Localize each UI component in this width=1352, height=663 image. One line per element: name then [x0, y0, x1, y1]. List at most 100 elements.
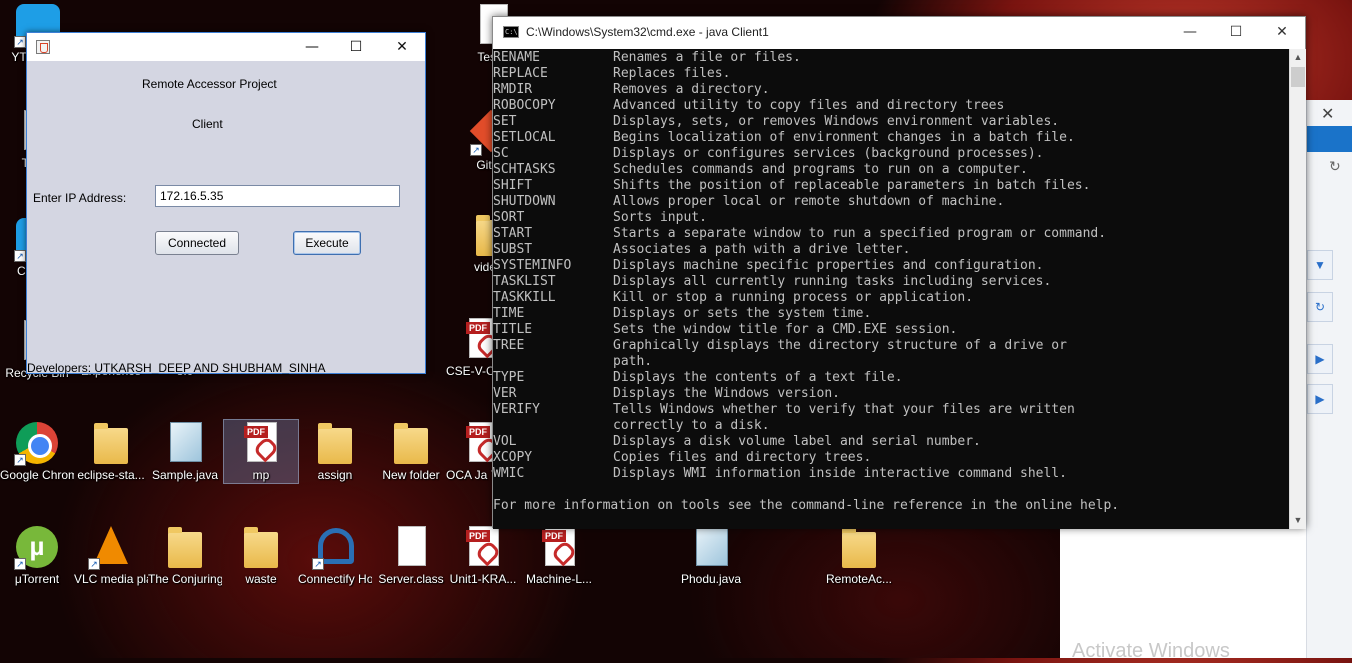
command-name: ROBOCOPY [493, 98, 556, 113]
command-description: Removes a directory. [613, 82, 770, 97]
scroll-up-icon[interactable]: ▲ [1290, 49, 1306, 66]
folder-icon [238, 524, 284, 570]
command-name: SET [493, 114, 517, 129]
desktop-icon[interactable]: RemoteAc... [822, 524, 896, 587]
console-line: SHUTDOWN Allows proper local or remote sh… [493, 194, 1289, 210]
desktop-icon-label: waste [245, 572, 277, 586]
execute-button[interactable]: Execute [293, 231, 361, 255]
desktop-icon-label: eclipse-sta... [77, 468, 145, 482]
desktop-icon[interactable]: ↗ Google Chrome [0, 420, 74, 483]
folder-icon [312, 420, 358, 466]
command-description: Displays, sets, or removes Windows envir… [613, 114, 1060, 129]
maximize-button[interactable]: ☐ [333, 33, 379, 61]
desktop-icon-label: mp [252, 468, 270, 482]
desktop-icon[interactable]: Unit1-KRA... [446, 524, 520, 587]
command-description: Displays all currently running tasks inc… [613, 274, 1052, 289]
title-bar[interactable]: C:\ C:\Windows\System32\cmd.exe - java C… [493, 17, 1305, 47]
command-name: VERIFY [493, 402, 540, 417]
console-line: VOL Displays a disk volume label and seri… [493, 434, 1289, 450]
command-description: path. [613, 354, 653, 369]
desktop-icon[interactable]: assign [298, 420, 372, 483]
utorrent-icon: µ ↗ [14, 524, 60, 570]
desktop-icon-label: assign [317, 468, 353, 482]
accent-bar [1307, 126, 1352, 152]
console-line: REPLACE Replaces files. [493, 66, 1289, 82]
scroll-down-icon[interactable]: ▼ [1290, 512, 1306, 529]
desktop-icon-label: Sample.java [151, 468, 219, 482]
desktop-icon[interactable]: eclipse-sta... [74, 420, 148, 483]
console-line: TASKLIST Displays all currently running t… [493, 274, 1289, 290]
folder-icon [162, 524, 208, 570]
desktop-icon[interactable]: Sample.java [148, 420, 222, 483]
command-name: TYPE [493, 370, 525, 385]
console-line: SET Displays, sets, or removes Windows en… [493, 114, 1289, 130]
command-description: Sorts input. [613, 210, 707, 225]
command-name: SHIFT [493, 178, 533, 193]
cmd-icon: C:\ [503, 26, 519, 38]
command-description: Kill or stop a running process or applic… [613, 290, 974, 305]
close-icon[interactable]: ✕ [1321, 104, 1334, 124]
console-line: TASKKILL Kill or stop a running process o… [493, 290, 1289, 306]
command-name: START [493, 226, 533, 241]
chevron-right-icon[interactable]: ▶ [1307, 384, 1333, 414]
desktop-icon[interactable]: mp [223, 419, 299, 484]
developers-label: Developers: UTKARSH_DEEP AND SHUBHAM_SIN… [27, 361, 326, 375]
ip-address-label: Enter IP Address: [33, 191, 127, 205]
desktop-icon[interactable]: New folder [374, 420, 448, 483]
desktop-icon-label: Machine-L... [525, 572, 593, 586]
console-output[interactable]: RENAME Renames a file or files. REPLACE Rep… [493, 49, 1289, 529]
desktop-icon-label: Unit1-KRA... [449, 572, 517, 586]
command-description: Displays machine specific properties and… [613, 258, 1044, 273]
command-name: VER [493, 386, 517, 401]
console-line: TREE Graphically displays the directory s… [493, 338, 1289, 354]
command-name: SUBST [493, 242, 533, 257]
command-name: RENAME [493, 50, 540, 65]
desktop-icon[interactable]: Server.class [374, 524, 448, 587]
command-description: Tells Windows whether to verify that you… [613, 402, 1075, 417]
java-icon [688, 524, 734, 570]
refresh-icon[interactable]: ↻ [1307, 292, 1333, 322]
console-line: TIME Displays or sets the system time. [493, 306, 1289, 322]
console-line: VERIFY Tells Windows whether to verify th… [493, 402, 1289, 418]
command-name: SCHTASKS [493, 162, 556, 177]
maximize-button[interactable]: ☐ [1213, 18, 1259, 46]
desktop-icon-label: VLC media player [74, 572, 148, 586]
minimize-button[interactable]: — [1167, 18, 1213, 46]
vlc-icon: ↗ [88, 524, 134, 570]
desktop-icon-label: The Conjuring ... [148, 572, 222, 586]
vertical-scrollbar[interactable]: ▲ ▼ [1289, 49, 1306, 529]
chevron-right-icon[interactable]: ▶ [1307, 344, 1333, 374]
command-name: TREE [493, 338, 525, 353]
desktop-icon-label: μTorrent [14, 572, 60, 586]
console-line: START Starts a separate window to run a s… [493, 226, 1289, 242]
command-description: Displays WMI information inside interact… [613, 466, 1067, 481]
ip-address-input[interactable] [155, 185, 400, 207]
command-description: For more information on tools see the co… [493, 498, 1120, 513]
desktop-icon[interactable]: ↗ Connectify Hotspot [298, 524, 372, 587]
java-app-icon [36, 40, 50, 54]
console-line: SETLOCAL Begins localization of environme… [493, 130, 1289, 146]
command-name: SYSTEMINFO [493, 258, 572, 273]
connected-button[interactable]: Connected [155, 231, 239, 255]
command-description: Schedules commands and programs to run o… [613, 162, 1028, 177]
minimize-button[interactable]: — [289, 33, 335, 61]
chevron-down-icon[interactable]: ▼ [1307, 250, 1333, 280]
command-description: Begins localization of environment chang… [613, 130, 1075, 145]
desktop-icon[interactable]: Machine-L... [522, 524, 596, 587]
command-name: VOL [493, 434, 517, 449]
title-bar[interactable]: — ☐ ✕ [27, 33, 425, 61]
close-button[interactable]: ✕ [1259, 18, 1305, 46]
desktop-icon-label: RemoteAc... [825, 572, 893, 586]
folder-icon [88, 420, 134, 466]
scroll-thumb[interactable] [1291, 67, 1305, 87]
desktop-icon[interactable]: µ ↗ μTorrent [0, 524, 74, 587]
desktop-icon[interactable]: Phodu.java [674, 524, 748, 587]
command-description: Displays a disk volume label and serial … [613, 434, 981, 449]
close-button[interactable]: ✕ [379, 33, 425, 61]
desktop-icon[interactable]: waste [224, 524, 298, 587]
refresh-icon[interactable]: ↻ [1329, 158, 1341, 175]
desktop-icon[interactable]: ↗ VLC media player [74, 524, 148, 587]
desktop-icon[interactable]: The Conjuring ... [148, 524, 222, 587]
command-description: Replaces files. [613, 66, 731, 81]
